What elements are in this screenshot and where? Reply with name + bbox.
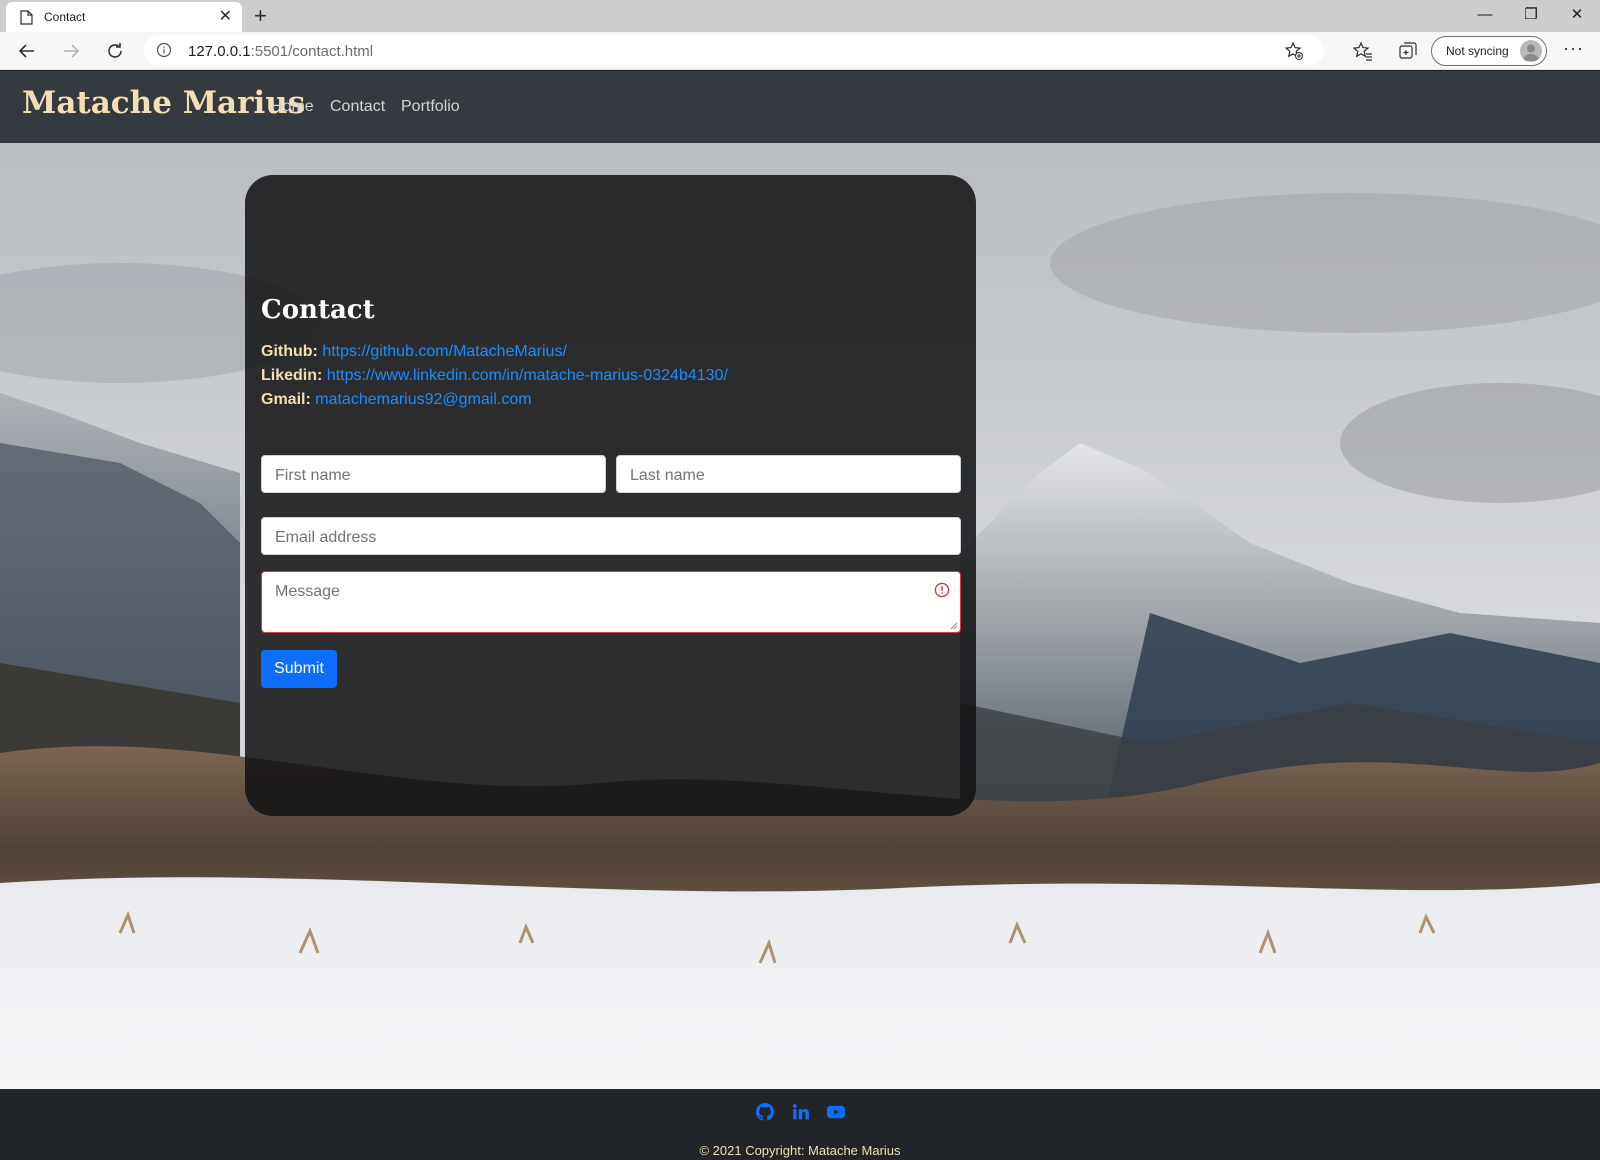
sync-label: Not syncing xyxy=(1446,44,1509,58)
resize-handle-icon[interactable] xyxy=(950,622,958,630)
address-host: 127.0.0.1 xyxy=(188,43,251,60)
email-placeholder: Email address xyxy=(275,529,377,546)
forward-icon[interactable] xyxy=(60,40,82,62)
youtube-icon[interactable] xyxy=(827,1103,845,1121)
last-name-placeholder: Last name xyxy=(630,467,705,484)
nav-link-home[interactable]: Home xyxy=(271,98,314,116)
contact-gmail-line: Gmail: matachemarius92@gmail.com xyxy=(261,391,532,409)
github-link[interactable]: https://github.com/MatacheMarius/ xyxy=(322,343,567,360)
contact-linkedin-line: Likedin: https://www.linkedin.com/in/mat… xyxy=(261,367,728,385)
copyright-text: © 2021 Copyright: Matache Marius xyxy=(699,1143,901,1158)
last-name-input[interactable]: Last name xyxy=(616,455,961,493)
first-name-placeholder: First name xyxy=(275,467,351,484)
window-close-icon[interactable]: ✕ xyxy=(1554,4,1600,26)
site-footer: © 2021 Copyright: Matache Marius xyxy=(0,1089,1600,1160)
brand-logo[interactable]: Matache Marius xyxy=(22,85,305,121)
minimize-icon[interactable]: — xyxy=(1462,4,1508,26)
gmail-link[interactable]: matachemarius92@gmail.com xyxy=(315,391,531,408)
browser-tab-strip: Contact ✕ + — ❐ ✕ xyxy=(0,0,1600,32)
github-label: Github: xyxy=(261,343,318,360)
linkedin-link[interactable]: https://www.linkedin.com/in/matache-mari… xyxy=(327,367,728,384)
site-navbar: Matache Marius Home Contact Portfolio xyxy=(0,71,1600,143)
favorites-icon[interactable] xyxy=(1352,40,1374,62)
new-tab-icon[interactable]: + xyxy=(254,4,267,28)
profile-icon xyxy=(1520,40,1542,62)
refresh-icon[interactable] xyxy=(104,40,126,62)
browser-toolbar: 127.0.0.1:5501/contact.html Not syncing … xyxy=(0,32,1600,70)
page-icon xyxy=(20,10,33,25)
address-bar[interactable]: 127.0.0.1:5501/contact.html xyxy=(144,35,1324,66)
invalid-alert-icon xyxy=(934,582,950,598)
linkedin-icon[interactable] xyxy=(792,1103,810,1121)
browser-tab-contact[interactable]: Contact ✕ xyxy=(6,2,242,32)
nav-link-portfolio[interactable]: Portfolio xyxy=(401,98,460,116)
github-icon[interactable] xyxy=(756,1103,774,1121)
contact-github-line: Github: https://github.com/MatacheMarius… xyxy=(261,343,567,361)
tab-title: Contact xyxy=(44,10,86,24)
collections-icon[interactable] xyxy=(1397,40,1419,62)
submit-button[interactable]: Submit xyxy=(261,650,337,688)
restore-icon[interactable]: ❐ xyxy=(1508,4,1554,26)
address-url[interactable]: 127.0.0.1:5501/contact.html xyxy=(188,43,373,60)
message-textarea[interactable]: Message xyxy=(261,571,961,633)
contact-card: Contact Github: https://github.com/Matac… xyxy=(245,175,976,816)
more-icon[interactable]: ··· xyxy=(1563,38,1584,59)
back-icon[interactable] xyxy=(16,40,38,62)
address-path: :5501/contact.html xyxy=(250,43,374,60)
info-icon[interactable] xyxy=(156,42,172,58)
add-favorite-icon[interactable] xyxy=(1284,41,1304,61)
contact-title: Contact xyxy=(261,295,375,325)
first-name-input[interactable]: First name xyxy=(261,455,606,493)
gmail-label: Gmail: xyxy=(261,391,311,408)
tab-close-icon[interactable]: ✕ xyxy=(219,8,232,26)
nav-link-contact[interactable]: Contact xyxy=(330,98,385,116)
message-placeholder: Message xyxy=(275,583,340,600)
email-input[interactable]: Email address xyxy=(261,517,961,555)
linkedin-label: Likedin: xyxy=(261,367,323,384)
profile-sync-button[interactable]: Not syncing xyxy=(1431,36,1547,66)
